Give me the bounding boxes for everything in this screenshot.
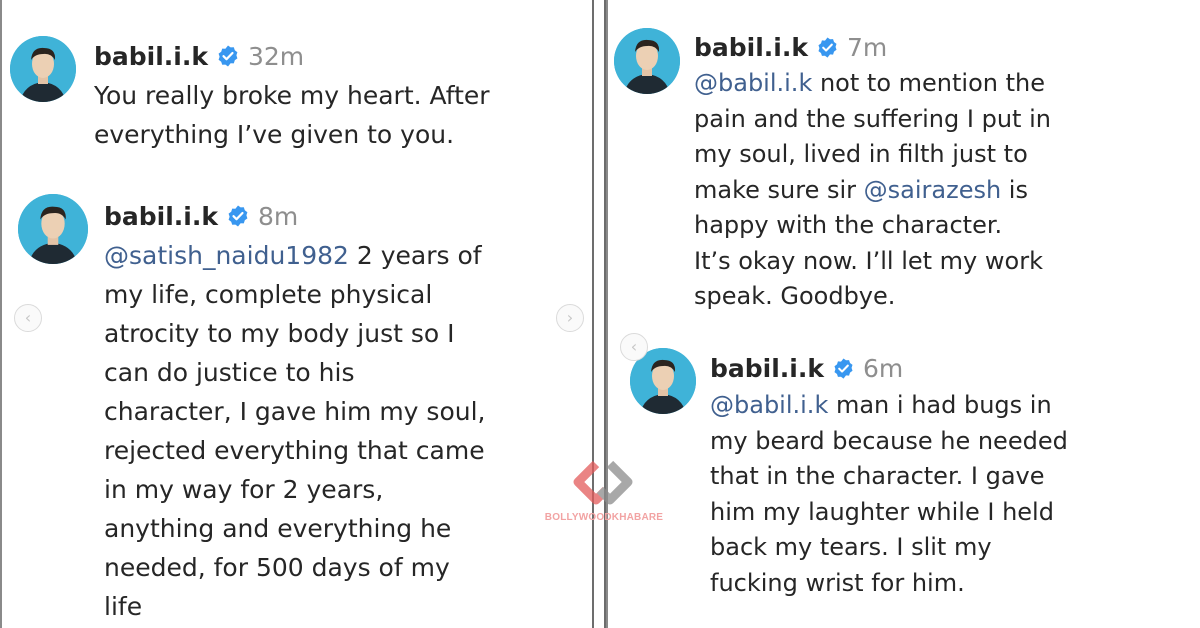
verified-badge-icon xyxy=(832,357,855,380)
comment-line: can do justice to his xyxy=(104,358,355,387)
comment-line: You really broke my heart. After xyxy=(94,81,490,110)
verified-badge-icon xyxy=(216,44,240,68)
comment-line: my soul, lived in filth just to xyxy=(694,140,1028,168)
comment-line: life xyxy=(104,592,143,621)
comment-line: in my way for 2 years, xyxy=(104,475,384,504)
mention-link[interactable]: @sairazesh xyxy=(864,176,1002,204)
comment-line: everything I’ve given to you. xyxy=(94,120,455,149)
comment-line: that in the character. I gave xyxy=(710,462,1045,490)
comment-line: anything and everything he xyxy=(104,514,452,543)
timestamp: 32m xyxy=(248,41,305,71)
comment-line: rejected everything that came xyxy=(104,436,485,465)
carousel-prev-button[interactable]: ‹ xyxy=(14,304,42,332)
comment-line: It’s okay now. I’ll let my work xyxy=(694,246,1043,275)
chevron-left-icon: ‹ xyxy=(24,308,32,327)
comment-line: needed, for 500 days of my xyxy=(104,553,450,582)
bollywood-khabare-logo-icon xyxy=(573,460,633,505)
comment-line-text: make sure sir xyxy=(694,175,864,204)
comment-text: @babil.i.k not to mention the pain and t… xyxy=(694,66,1051,315)
verified-badge-icon xyxy=(226,204,250,228)
carousel-next-button[interactable]: › xyxy=(556,304,584,332)
username[interactable]: babil.i.k xyxy=(694,33,808,62)
verified-badge-icon xyxy=(816,36,839,59)
mention-link[interactable]: @babil.i.k xyxy=(694,69,812,97)
comment-line-text: not to mention the xyxy=(812,69,1045,97)
chevron-left-icon: ‹ xyxy=(630,337,638,356)
timestamp: 7m xyxy=(847,32,888,62)
comment-line: @satish_naidu1982 2 years of xyxy=(104,236,485,275)
comment-line: pain and the suffering I put in xyxy=(694,104,1051,133)
comment-line-text: 2 years of xyxy=(348,241,482,270)
profile-photo-icon xyxy=(18,194,88,264)
comment-line: make sure sir @sairazesh is xyxy=(694,173,1051,209)
username[interactable]: babil.i.k xyxy=(104,202,218,231)
comment-line: him my laughter while I held xyxy=(710,497,1054,526)
watermark-text: BOLLYWOODKHABARE xyxy=(544,512,664,523)
chevron-right-icon: › xyxy=(566,308,574,327)
avatar[interactable] xyxy=(614,28,680,94)
right-screenshot-panel: babil.i.k 7m @babil.i.k not to mention t… xyxy=(606,0,1200,628)
timestamp: 6m xyxy=(863,353,904,383)
comment-line: speak. Goodbye. xyxy=(694,282,896,310)
comment-line: fucking wrist for him. xyxy=(710,568,965,597)
comment-line: @babil.i.k man i had bugs in xyxy=(710,388,1068,424)
comment-line: happy with the character. xyxy=(694,211,1003,239)
comment-text: @babil.i.k man i had bugs in my beard be… xyxy=(710,388,1068,601)
profile-photo-icon xyxy=(614,28,680,94)
comment-text: @satish_naidu1982 2 years of my life, co… xyxy=(104,236,485,626)
comment-text: You really broke my heart. After everyth… xyxy=(94,76,490,154)
watermark: BOLLYWOODKHABARE xyxy=(540,456,668,528)
comment-line: my life, complete physical xyxy=(104,280,433,309)
comment-line: my beard because he needed xyxy=(710,426,1068,455)
comment-line: back my tears. I slit my xyxy=(710,533,992,561)
mention-link[interactable]: @satish_naidu1982 xyxy=(104,241,349,270)
username[interactable]: babil.i.k xyxy=(94,42,208,71)
left-screenshot-panel: babil.i.k 32m You really broke my heart.… xyxy=(0,0,592,628)
comment-line: character, I gave him my soul, xyxy=(104,397,486,426)
comment-line-text: is xyxy=(1001,175,1028,204)
comment-line: @babil.i.k not to mention the xyxy=(694,66,1051,102)
comment-line-text: man i had bugs in xyxy=(828,391,1052,419)
profile-photo-icon xyxy=(10,36,76,102)
mention-link[interactable]: @babil.i.k xyxy=(710,391,828,419)
timestamp: 8m xyxy=(258,201,299,231)
avatar[interactable] xyxy=(10,36,76,102)
comment-line: atrocity to my body just so I xyxy=(104,319,455,348)
avatar[interactable] xyxy=(18,194,88,264)
username[interactable]: babil.i.k xyxy=(710,354,824,383)
carousel-prev-button[interactable]: ‹ xyxy=(620,333,648,361)
divider xyxy=(592,0,594,628)
